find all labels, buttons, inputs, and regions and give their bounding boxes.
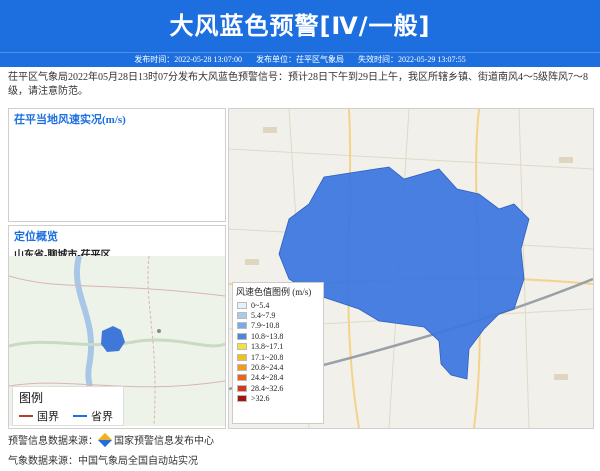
footer-source1: 预警信息数据来源： 国家预警信息发布中心 bbox=[8, 432, 214, 448]
wind-color-legend: 风速色值图例 (m/s) 0~5.4 5.4~7.9 7.9~10.8 10.8~13… bbox=[232, 282, 324, 424]
wind-panel-title: 茌平当地风速实况(m/s) bbox=[14, 114, 126, 126]
color-swatch-icon bbox=[237, 353, 247, 361]
country-line-icon bbox=[19, 415, 33, 417]
legend-label: 20.8~24.4 bbox=[251, 363, 284, 373]
color-swatch-icon bbox=[237, 322, 247, 330]
legend-row: 24.4~28.4 bbox=[233, 373, 323, 383]
publish-time: 发布时间：2022-05-28 13:07:00 bbox=[134, 55, 242, 64]
legend-label: 13.8~17.1 bbox=[251, 342, 284, 352]
legend-row: 20.8~24.4 bbox=[233, 362, 323, 372]
publisher: 发布单位：茌平区气象局 bbox=[256, 55, 344, 64]
legend-label: 28.4~32.6 bbox=[251, 383, 284, 393]
footer-source2: 气象数据来源：中国气象局全国自动站实况 bbox=[8, 456, 198, 467]
legend-heading: 图例 bbox=[19, 391, 44, 405]
legend-label: 7.9~10.8 bbox=[251, 321, 280, 331]
province-label: 省界 bbox=[91, 411, 113, 423]
legend-label: 24.4~28.4 bbox=[251, 373, 284, 383]
color-swatch-icon bbox=[237, 332, 247, 340]
color-swatch-icon bbox=[237, 374, 247, 382]
legend-label: 5.4~7.9 bbox=[251, 311, 276, 321]
expire-time: 失效时间：2022-05-29 13:07:55 bbox=[358, 55, 466, 64]
source1-label: 预警信息数据来源： bbox=[8, 436, 98, 447]
legend-row: 5.4~7.9 bbox=[233, 310, 323, 320]
color-swatch-icon bbox=[237, 395, 247, 403]
warning-description: 茌平区气象局2022年05月28日13时07分发布大风蓝色预警信号：预计28日下… bbox=[8, 72, 588, 97]
wind-panel: 茌平当地风速实况(m/s) bbox=[8, 108, 226, 222]
legend-label: 0~5.4 bbox=[251, 300, 270, 310]
legend-row: 28.4~32.6 bbox=[233, 383, 323, 393]
legend-row: >32.6 bbox=[233, 394, 323, 404]
color-swatch-icon bbox=[237, 343, 247, 351]
meta-bar: 发布时间：2022-05-28 13:07:00 发布单位：茌平区气象局 失效时… bbox=[0, 52, 600, 67]
legend-title: 风速色值图例 (m/s) bbox=[236, 287, 312, 297]
legend-row: 10.8~13.8 bbox=[233, 331, 323, 341]
color-swatch-icon bbox=[237, 312, 247, 320]
legend-label: >32.6 bbox=[251, 394, 270, 404]
color-swatch-icon bbox=[237, 384, 247, 392]
color-swatch-icon bbox=[237, 364, 247, 372]
alert-title: 大风蓝色预警[Ⅳ/一般] bbox=[0, 0, 600, 52]
legend-row: 7.9~10.8 bbox=[233, 321, 323, 331]
legend-row: 13.8~17.1 bbox=[233, 342, 323, 352]
overview-legend: 图例 国界 省界 bbox=[12, 386, 124, 426]
legend-label: 17.1~20.8 bbox=[251, 352, 284, 362]
source1-name: 国家预警信息发布中心 bbox=[114, 436, 214, 447]
country-label: 国界 bbox=[37, 411, 59, 423]
legend-row: 17.1~20.8 bbox=[233, 352, 323, 362]
location-title: 定位概览 bbox=[14, 231, 58, 243]
logo-icon bbox=[97, 432, 113, 448]
legend-label: 10.8~13.8 bbox=[251, 331, 284, 341]
province-line-icon bbox=[73, 415, 87, 417]
legend-row: 0~5.4 bbox=[233, 300, 323, 310]
color-swatch-icon bbox=[237, 301, 247, 309]
title-text: 大风蓝色预警[Ⅳ/一般] bbox=[169, 12, 431, 40]
